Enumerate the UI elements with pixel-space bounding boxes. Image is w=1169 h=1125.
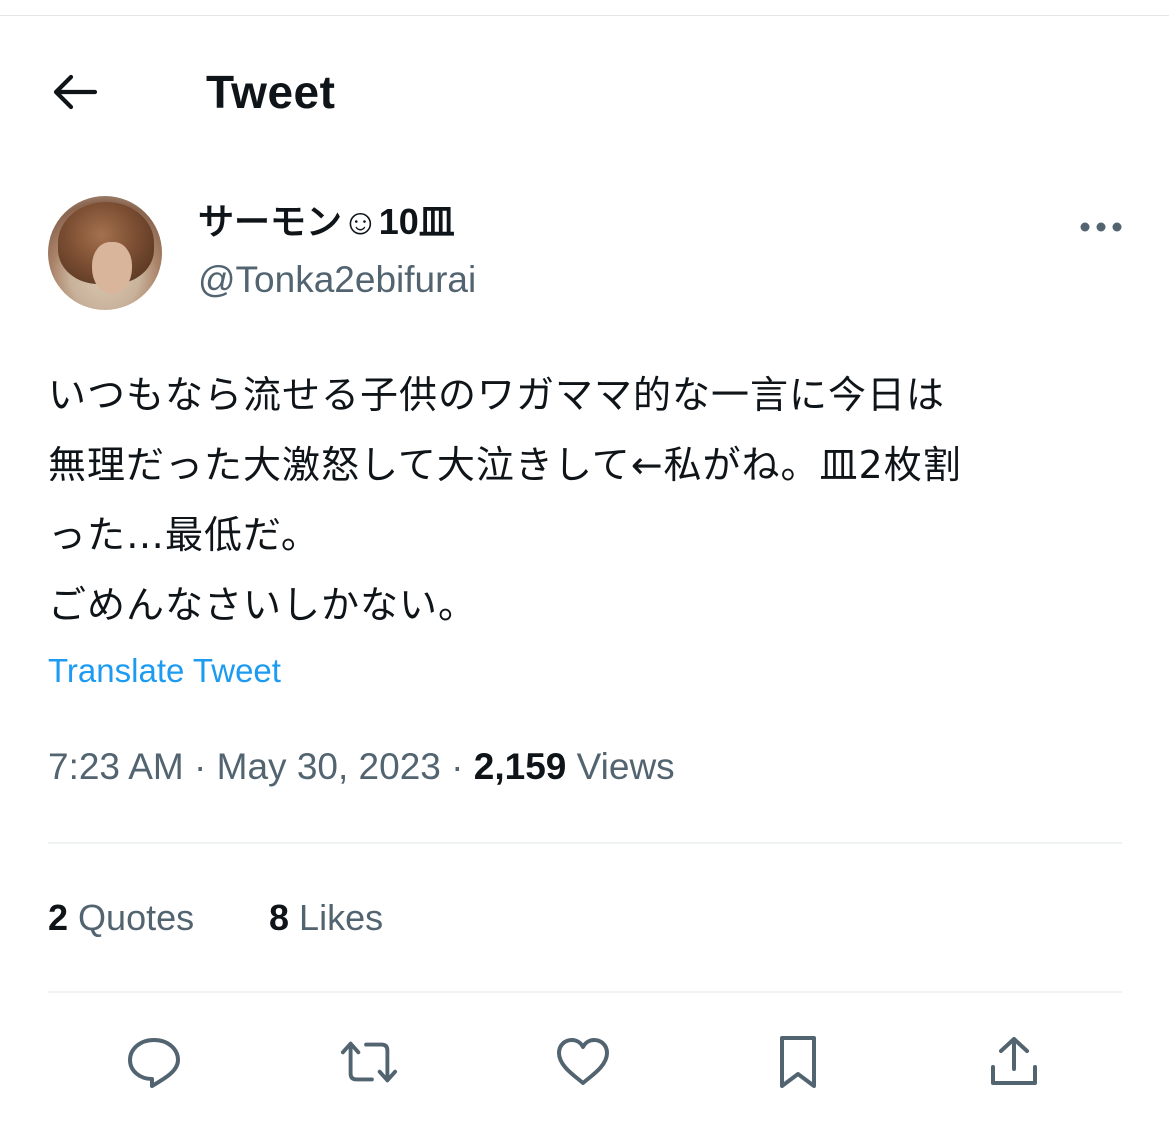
action-bar bbox=[0, 1026, 1169, 1096]
avatar[interactable] bbox=[48, 196, 162, 310]
quotes-count: 2 bbox=[48, 897, 69, 938]
meta-separator: · bbox=[194, 746, 207, 787]
share-icon[interactable] bbox=[984, 1032, 1044, 1092]
quotes-stat[interactable]: 2 Quotes bbox=[48, 893, 194, 943]
quotes-label: Quotes bbox=[78, 897, 195, 938]
reply-icon[interactable] bbox=[124, 1032, 184, 1092]
likes-count: 8 bbox=[269, 897, 290, 938]
tweet-time[interactable]: 7:23 AM bbox=[48, 746, 184, 787]
views-count: 2,159 bbox=[473, 746, 567, 787]
tweet-date[interactable]: May 30, 2023 bbox=[217, 746, 441, 787]
tweet-text: いつもなら流せる子供のワガママ的な一言に今日は 無理だった大激怒して大泣きして←… bbox=[48, 360, 1128, 640]
likes-stat[interactable]: 8 Likes bbox=[269, 893, 383, 943]
display-name[interactable]: サーモン☺10皿 bbox=[198, 200, 455, 244]
tweet-text-line: った…最低だ。 bbox=[48, 513, 320, 557]
top-divider bbox=[0, 15, 1169, 16]
bookmark-icon[interactable] bbox=[768, 1032, 828, 1092]
user-handle[interactable]: @Tonka2ebifurai bbox=[198, 258, 476, 302]
translate-tweet-link[interactable]: Translate Tweet bbox=[48, 648, 281, 694]
page-title: Tweet bbox=[206, 66, 336, 118]
views-label: Views bbox=[576, 746, 675, 787]
tweet-text-line: 無理だった大激怒して大泣きして←私がね。皿2枚割 bbox=[48, 443, 962, 487]
tweet-text-line: いつもなら流せる子供のワガママ的な一言に今日は bbox=[48, 373, 946, 417]
header: Tweet bbox=[0, 55, 1169, 129]
like-icon[interactable] bbox=[553, 1032, 613, 1092]
tweet-author: サーモン☺10皿 @Tonka2ebifurai bbox=[48, 196, 1123, 312]
arrow-left-icon[interactable] bbox=[48, 69, 100, 115]
divider bbox=[48, 991, 1122, 993]
divider bbox=[48, 842, 1122, 844]
tweet-meta: 7:23 AM · May 30, 2023 · 2,159 Views bbox=[48, 742, 675, 792]
tweet-text-line: ごめんなさいしかない。 bbox=[48, 583, 478, 627]
likes-label: Likes bbox=[299, 897, 384, 938]
meta-separator: · bbox=[451, 746, 464, 787]
retweet-icon[interactable] bbox=[339, 1032, 399, 1092]
more-horizontal-icon[interactable] bbox=[1079, 214, 1123, 240]
